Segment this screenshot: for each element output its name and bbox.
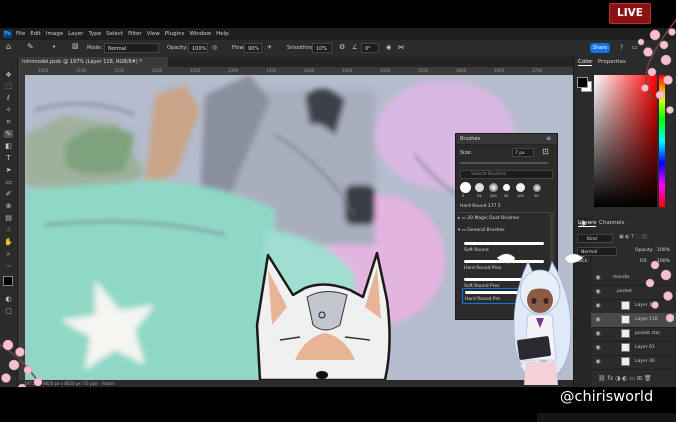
streamer-handle: @chirisworld xyxy=(560,389,654,405)
stream-overlay-decoration xyxy=(0,19,676,403)
handle-background xyxy=(537,413,676,422)
photoshop-stream-screen: { "live_badge": "LIVE", "menu": { "logo"… xyxy=(0,0,676,422)
cherry-blossom-top-right xyxy=(637,19,676,114)
cherry-blossom-right-mid xyxy=(645,260,675,323)
color-panel-foreground[interactable] xyxy=(577,77,588,88)
chibi-avatar xyxy=(496,253,584,385)
